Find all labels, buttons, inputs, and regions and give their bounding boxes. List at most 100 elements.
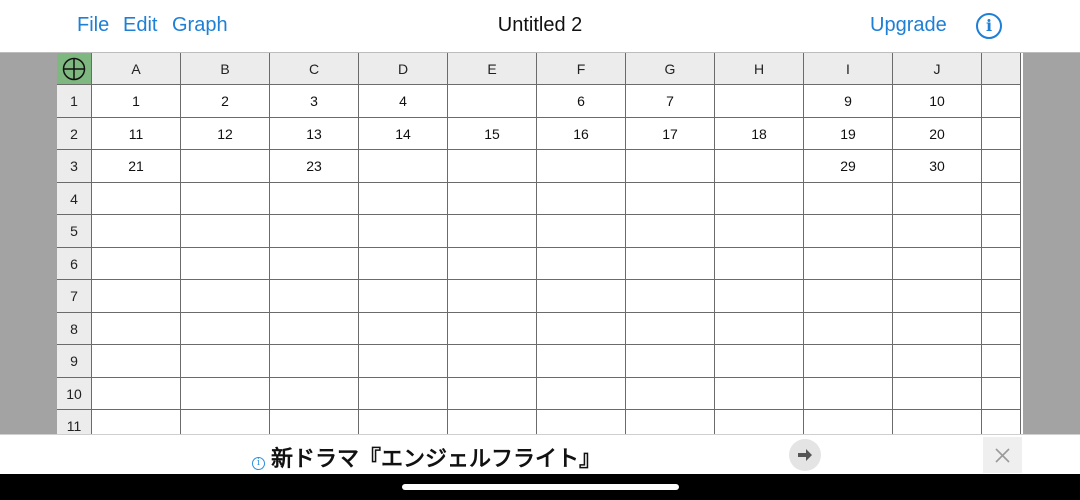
table-cell[interactable] — [448, 150, 537, 183]
table-cell[interactable] — [92, 247, 181, 280]
table-cell[interactable] — [537, 247, 626, 280]
table-cell[interactable] — [982, 85, 1021, 118]
table-cell[interactable] — [181, 345, 270, 378]
table-cell[interactable] — [537, 150, 626, 183]
table-cell[interactable] — [448, 280, 537, 313]
table-cell[interactable] — [181, 312, 270, 345]
table-cell[interactable] — [92, 280, 181, 313]
table-cell[interactable] — [359, 377, 448, 410]
column-header[interactable]: E — [448, 53, 537, 85]
column-header[interactable]: H — [715, 53, 804, 85]
table-cell[interactable] — [448, 85, 537, 118]
column-header[interactable]: F — [537, 53, 626, 85]
row-header[interactable]: 10 — [57, 377, 92, 410]
table-cell[interactable] — [448, 247, 537, 280]
table-cell[interactable] — [270, 215, 359, 248]
row-header[interactable]: 4 — [57, 182, 92, 215]
table-cell[interactable]: 11 — [92, 117, 181, 150]
table-cell[interactable] — [448, 182, 537, 215]
table-cell[interactable]: 6 — [537, 85, 626, 118]
table-cell[interactable] — [359, 215, 448, 248]
table-cell[interactable] — [359, 182, 448, 215]
table-cell[interactable] — [715, 377, 804, 410]
table-cell[interactable] — [626, 215, 715, 248]
table-cell[interactable] — [804, 182, 893, 215]
table-cell[interactable] — [537, 312, 626, 345]
column-header[interactable]: G — [626, 53, 715, 85]
ad-info-icon[interactable]: i — [252, 457, 265, 470]
table-cell[interactable] — [270, 247, 359, 280]
table-cell[interactable] — [715, 215, 804, 248]
table-cell[interactable] — [270, 312, 359, 345]
row-header[interactable]: 5 — [57, 215, 92, 248]
table-cell[interactable]: 20 — [893, 117, 982, 150]
table-cell[interactable] — [448, 345, 537, 378]
table-cell[interactable]: 2 — [181, 85, 270, 118]
table-cell[interactable]: 4 — [359, 85, 448, 118]
table-cell[interactable]: 7 — [626, 85, 715, 118]
table-cell[interactable]: 18 — [715, 117, 804, 150]
table-cell[interactable] — [982, 117, 1021, 150]
table-cell[interactable] — [715, 247, 804, 280]
row-header[interactable]: 9 — [57, 345, 92, 378]
table-cell[interactable] — [893, 215, 982, 248]
table-cell[interactable] — [804, 312, 893, 345]
table-cell[interactable] — [181, 247, 270, 280]
table-cell[interactable] — [537, 410, 626, 434]
table-cell[interactable] — [893, 247, 982, 280]
table-cell[interactable] — [804, 215, 893, 248]
table-cell[interactable] — [537, 345, 626, 378]
table-cell[interactable] — [982, 182, 1021, 215]
column-header[interactable]: A — [92, 53, 181, 85]
select-all-corner[interactable] — [57, 53, 92, 85]
table-cell[interactable] — [982, 280, 1021, 313]
table-cell[interactable] — [893, 312, 982, 345]
table-cell[interactable] — [982, 345, 1021, 378]
home-indicator[interactable] — [402, 484, 679, 490]
table-cell[interactable] — [359, 247, 448, 280]
table-cell[interactable] — [448, 410, 537, 434]
table-cell[interactable] — [359, 312, 448, 345]
close-icon[interactable] — [983, 437, 1022, 473]
table-cell[interactable] — [448, 215, 537, 248]
table-cell[interactable] — [893, 280, 982, 313]
info-icon[interactable]: i — [976, 13, 1002, 39]
table-cell[interactable] — [270, 377, 359, 410]
table-cell[interactable] — [181, 215, 270, 248]
table-cell[interactable]: 14 — [359, 117, 448, 150]
table-cell[interactable] — [537, 215, 626, 248]
table-cell[interactable]: 19 — [804, 117, 893, 150]
table-cell[interactable] — [359, 410, 448, 434]
column-header[interactable]: C — [270, 53, 359, 85]
table-cell[interactable] — [893, 345, 982, 378]
table-cell[interactable]: 10 — [893, 85, 982, 118]
table-cell[interactable] — [715, 345, 804, 378]
table-cell[interactable] — [181, 150, 270, 183]
table-cell[interactable] — [715, 312, 804, 345]
row-header[interactable]: 2 — [57, 117, 92, 150]
table-cell[interactable] — [537, 377, 626, 410]
row-header[interactable]: 7 — [57, 280, 92, 313]
table-cell[interactable] — [982, 215, 1021, 248]
table-cell[interactable] — [626, 280, 715, 313]
table-cell[interactable] — [626, 182, 715, 215]
table-cell[interactable] — [537, 280, 626, 313]
table-cell[interactable] — [982, 150, 1021, 183]
table-cell[interactable] — [893, 410, 982, 434]
table-cell[interactable] — [270, 280, 359, 313]
table-cell[interactable] — [92, 410, 181, 434]
table-cell[interactable]: 23 — [270, 150, 359, 183]
column-header[interactable]: D — [359, 53, 448, 85]
table-cell[interactable]: 30 — [893, 150, 982, 183]
table-cell[interactable] — [359, 280, 448, 313]
row-header[interactable]: 11 — [57, 410, 92, 434]
column-header[interactable]: B — [181, 53, 270, 85]
table-cell[interactable] — [804, 280, 893, 313]
table-cell[interactable]: 21 — [92, 150, 181, 183]
column-header[interactable]: J — [893, 53, 982, 85]
table-cell[interactable] — [448, 377, 537, 410]
row-header[interactable]: 1 — [57, 85, 92, 118]
table-cell[interactable]: 3 — [270, 85, 359, 118]
table-cell[interactable] — [92, 312, 181, 345]
table-cell[interactable] — [626, 345, 715, 378]
